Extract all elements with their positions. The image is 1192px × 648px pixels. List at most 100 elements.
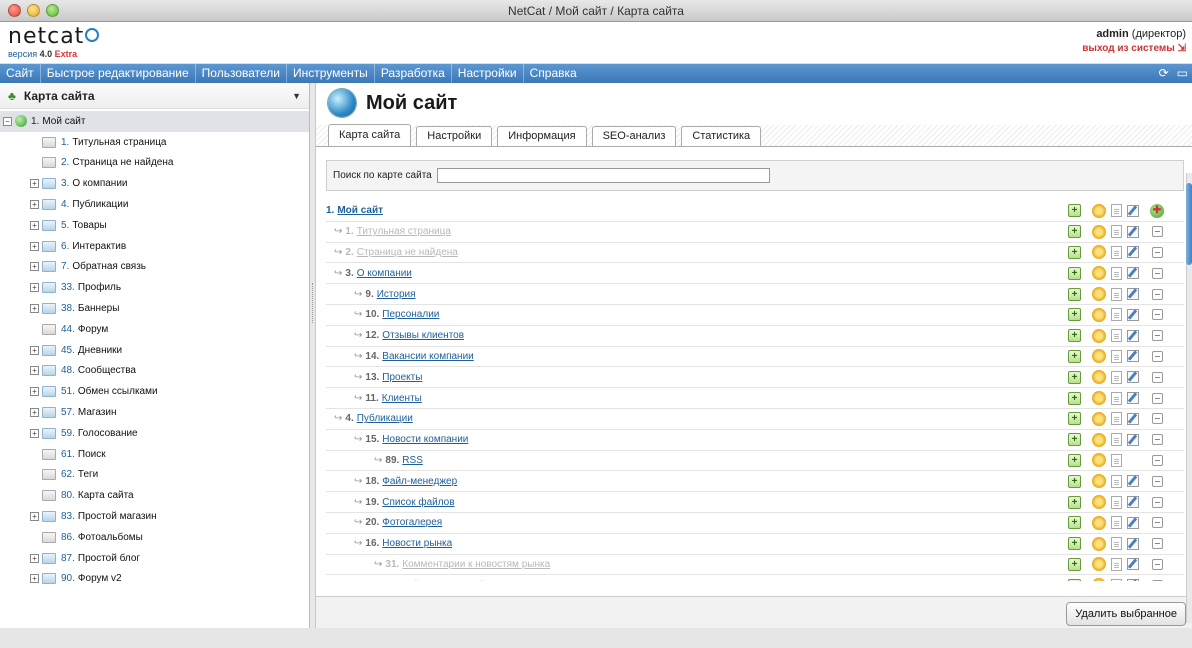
delete-checkbox[interactable]	[1152, 454, 1163, 466]
minimize-window-button[interactable]	[27, 4, 40, 17]
gear-icon[interactable]	[1092, 370, 1106, 385]
tree-item[interactable]: +57. Магазин	[0, 402, 309, 423]
menu-item-help[interactable]: Справка	[524, 64, 583, 83]
page-icon[interactable]	[1111, 204, 1122, 218]
sidebar-header[interactable]: ♣ Карта сайта ▼	[0, 83, 309, 109]
page-icon[interactable]	[1111, 453, 1122, 467]
add-subsection-icon[interactable]: +	[1068, 266, 1081, 280]
page-icon[interactable]	[1111, 370, 1122, 384]
edit-icon[interactable]	[1127, 329, 1139, 342]
expand-icon[interactable]: +	[30, 262, 39, 272]
gear-icon[interactable]	[1092, 432, 1106, 447]
tree-item[interactable]: +87. Простой блог	[0, 548, 309, 569]
edit-icon[interactable]	[1127, 579, 1139, 581]
tree-item[interactable]: +45. Дневники	[0, 340, 309, 361]
close-window-button[interactable]	[8, 4, 21, 17]
gear-icon[interactable]	[1092, 266, 1106, 281]
page-icon[interactable]	[1111, 329, 1122, 343]
edit-icon[interactable]	[1127, 475, 1139, 488]
tree-item[interactable]: +6. Интерактив	[0, 236, 309, 257]
edit-icon[interactable]	[1127, 537, 1139, 550]
page-icon[interactable]	[1111, 287, 1122, 301]
tree-item[interactable]: 1. Титульная страница	[0, 132, 309, 153]
tree-item[interactable]: 61. Поиск	[0, 444, 309, 465]
page-icon[interactable]	[1111, 578, 1122, 581]
edit-icon[interactable]	[1127, 350, 1139, 363]
gear-icon[interactable]	[1092, 474, 1106, 489]
menu-item-site[interactable]: Сайт	[0, 64, 41, 83]
tree-item[interactable]: +83. Простой магазин	[0, 506, 309, 527]
delete-checkbox[interactable]	[1152, 330, 1163, 342]
menu-item-users[interactable]: Пользователи	[196, 64, 287, 83]
tree-item[interactable]: +51. Обмен ссылками	[0, 381, 309, 402]
tree-item[interactable]: +48. Сообщества	[0, 361, 309, 382]
tree-item[interactable]: +5. Товары	[0, 215, 309, 236]
page-icon[interactable]	[1111, 266, 1122, 280]
expand-icon[interactable]: +	[30, 408, 39, 418]
page-icon[interactable]	[1111, 245, 1122, 259]
tab-1[interactable]: Настройки	[416, 126, 493, 146]
tree-item[interactable]: +59. Голосование	[0, 423, 309, 444]
edit-icon[interactable]	[1127, 558, 1139, 571]
page-icon[interactable]	[1111, 474, 1122, 488]
add-subsection-icon[interactable]: +	[1068, 370, 1081, 384]
row-link[interactable]: Рейтинг новостей	[402, 580, 484, 581]
gear-icon[interactable]	[1092, 515, 1106, 530]
add-subsection-icon[interactable]: +	[1068, 245, 1081, 259]
gear-icon[interactable]	[1092, 557, 1106, 572]
edit-icon[interactable]	[1127, 225, 1139, 238]
tab-0[interactable]: Карта сайта	[328, 124, 412, 146]
expand-icon[interactable]: +	[30, 304, 39, 314]
collapse-icon[interactable]: −	[3, 116, 12, 126]
tree-item[interactable]: 86. Фотоальбомы	[0, 527, 309, 548]
delete-checkbox[interactable]	[1152, 267, 1163, 279]
expand-icon[interactable]: +	[30, 345, 39, 355]
edit-icon[interactable]	[1127, 516, 1139, 529]
add-subsection-icon[interactable]: +	[1068, 308, 1081, 322]
page-icon[interactable]	[1111, 433, 1122, 447]
expand-icon[interactable]: +	[30, 553, 39, 563]
site-settings-icon[interactable]: ✚	[1150, 203, 1164, 218]
row-link[interactable]: Список файлов	[382, 497, 454, 508]
gear-icon[interactable]	[1092, 245, 1106, 260]
row-link[interactable]: RSS	[402, 455, 423, 466]
edit-icon[interactable]	[1127, 308, 1139, 321]
tab-4[interactable]: Статистика	[681, 126, 762, 146]
netcat-logo[interactable]: netcat	[8, 26, 100, 48]
page-icon[interactable]	[1111, 412, 1122, 426]
edit-icon[interactable]	[1127, 412, 1139, 425]
tree-item[interactable]: 44. Форум	[0, 319, 309, 340]
row-link[interactable]: Публикации	[357, 413, 413, 424]
chat-icon[interactable]: ▭	[1177, 66, 1188, 80]
row-link[interactable]: Отзывы клиентов	[382, 330, 464, 341]
row-link[interactable]: Новости компании	[382, 434, 468, 445]
add-subsection-icon[interactable]: +	[1068, 578, 1081, 581]
expand-icon[interactable]: +	[30, 387, 39, 397]
edit-icon[interactable]	[1127, 392, 1139, 405]
delete-checkbox[interactable]	[1152, 350, 1163, 362]
tree-item[interactable]: +3. О компании	[0, 173, 309, 194]
refresh-icon[interactable]: ⟳	[1159, 66, 1169, 80]
row-link[interactable]: Персоналии	[382, 309, 439, 320]
row-link[interactable]: История	[377, 289, 416, 300]
gear-icon[interactable]	[1092, 391, 1106, 406]
add-subsection-icon[interactable]: +	[1068, 557, 1081, 571]
row-link[interactable]: Мой сайт	[337, 205, 383, 216]
logout-link[interactable]: выход из системы ⇲	[1082, 43, 1186, 54]
delete-checkbox[interactable]	[1152, 579, 1163, 581]
gear-icon[interactable]	[1092, 578, 1106, 581]
chevron-down-icon[interactable]: ▼	[292, 91, 301, 101]
tree-item[interactable]: 62. Теги	[0, 465, 309, 486]
delete-checkbox[interactable]	[1152, 475, 1163, 487]
add-subsection-icon[interactable]: +	[1068, 204, 1081, 218]
row-link[interactable]: Проекты	[382, 372, 422, 383]
tab-3[interactable]: SEO-анализ	[591, 126, 677, 146]
add-subsection-icon[interactable]: +	[1068, 329, 1081, 343]
tree-root-item[interactable]: − 1. Мой сайт	[0, 111, 309, 132]
edit-icon[interactable]	[1127, 246, 1139, 259]
expand-icon[interactable]: +	[30, 428, 39, 438]
edit-icon[interactable]	[1127, 267, 1139, 280]
add-subsection-icon[interactable]: +	[1068, 391, 1081, 405]
edit-icon[interactable]	[1127, 433, 1139, 446]
add-subsection-icon[interactable]: +	[1068, 433, 1081, 447]
